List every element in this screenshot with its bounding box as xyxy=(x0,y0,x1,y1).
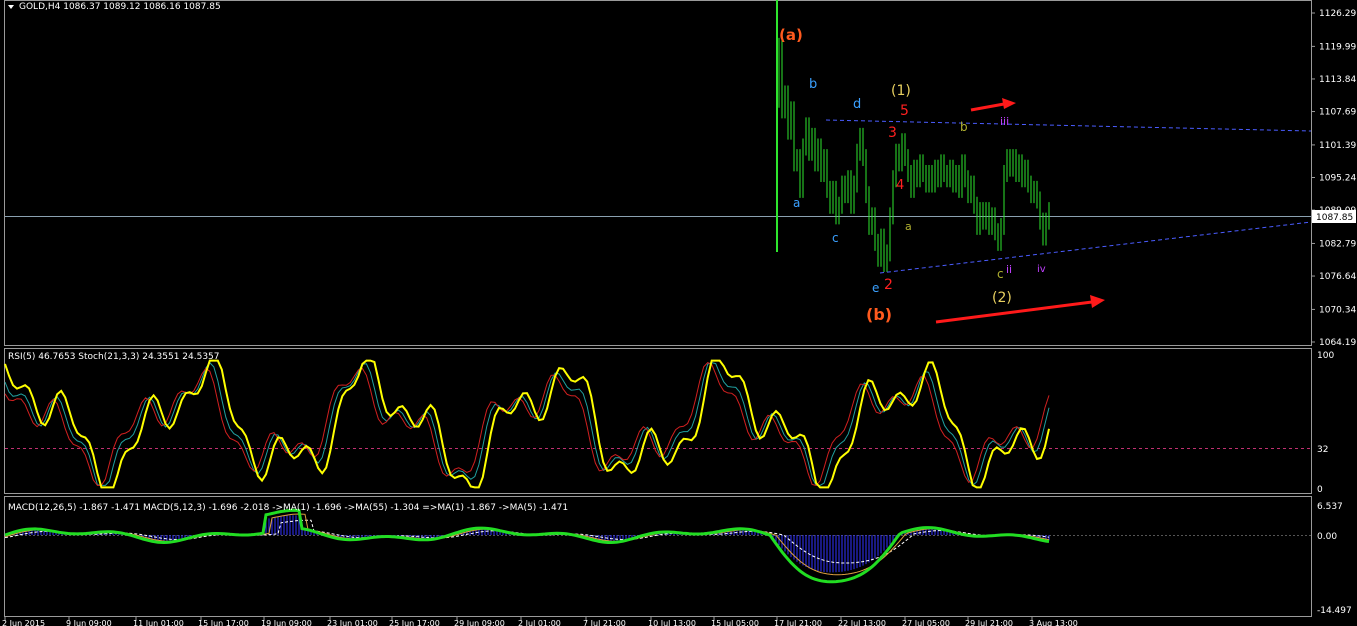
time-label: 25 Jun 17:00 xyxy=(389,619,440,626)
wave-label: 3 xyxy=(888,125,897,141)
price-level-label: 1076.64 xyxy=(1319,272,1356,282)
price-level-label: 1064.19 xyxy=(1319,338,1356,348)
rsi-level-100: 100 xyxy=(1317,351,1334,361)
price-bars xyxy=(776,0,1050,273)
wave-labels: (a)badce(b)(1)5342abciiiii iv(2) xyxy=(779,26,1046,324)
time-label: 15 Jun 17:00 xyxy=(198,619,249,626)
trend-arrow-lower[interactable] xyxy=(935,295,1105,324)
stoch-signal-line xyxy=(4,361,1050,486)
time-label: 29 Jun 09:00 xyxy=(454,619,505,626)
rsi-header: RSI(5) 46.7653 Stoch(21,3,3) 24.3551 24.… xyxy=(8,352,220,362)
rsi-stoch-panel[interactable]: 100 32 0 RSI(5) 46.7653 Stoch(21,3,3) 24… xyxy=(4,351,1334,495)
wave-label: b xyxy=(809,77,817,92)
wave-label: iii xyxy=(1000,115,1009,128)
time-label: 19 Jun 09:00 xyxy=(261,619,312,626)
wave-label: 4 xyxy=(896,178,904,193)
time-label: 10 Jul 13:00 xyxy=(648,619,696,626)
stoch-main-line xyxy=(4,361,1050,487)
macd-main-line xyxy=(4,508,1050,584)
price-level-label: 1101.39 xyxy=(1319,141,1356,151)
wave-label: d xyxy=(853,97,861,112)
time-label: 2 Jul 01:00 xyxy=(518,619,561,626)
macd-level-bottom: -14.497 xyxy=(1317,606,1352,616)
price-level-label: 1126.29 xyxy=(1319,9,1356,19)
wave-label: iv xyxy=(1037,264,1046,275)
wave-label: a xyxy=(905,220,912,233)
wave-label: 5 xyxy=(900,103,909,119)
wave-label: 2 xyxy=(884,277,893,293)
time-label: 27 Jul 05:00 xyxy=(902,619,950,626)
macd-panel[interactable]: 6.537 0.00 -14.497 MACD(12,26,5) -1.867 … xyxy=(4,502,1352,616)
wave-label: a xyxy=(793,196,800,210)
wave-label: ii xyxy=(1006,263,1012,276)
wave-label: (b) xyxy=(866,305,892,324)
macd-level-top: 6.537 xyxy=(1317,502,1343,512)
price-level-label: 1070.34 xyxy=(1319,305,1356,315)
price-level-label: 1113.84 xyxy=(1319,75,1356,85)
wave-label: c xyxy=(832,231,839,245)
price-level-label: 1082.79 xyxy=(1319,239,1356,249)
time-label: 2 Jun 2015 xyxy=(2,619,45,626)
time-label: 9 Jun 09:00 xyxy=(66,619,112,626)
wave-label: (a) xyxy=(779,26,803,44)
symbol-header: GOLD,H4 1086.37 1089.12 1086.16 1087.85 xyxy=(19,2,221,12)
time-label: 23 Jun 01:00 xyxy=(327,619,378,626)
rsi-line xyxy=(4,359,1050,489)
wave-label: e xyxy=(872,281,879,295)
time-label: 3 Aug 13:00 xyxy=(1029,619,1078,626)
time-label: 22 Jul 13:00 xyxy=(838,619,886,626)
time-label: 11 Jun 01:00 xyxy=(133,619,184,626)
trend-arrow-upper[interactable] xyxy=(970,98,1016,112)
price-level-label: 1107.69 xyxy=(1319,108,1356,118)
rsi-level-0: 0 xyxy=(1317,485,1323,495)
price-panel[interactable]: 1126.29 1119.99 1113.84 1107.69 1101.39 1095.… xyxy=(5,0,1356,348)
wave-label: c xyxy=(997,267,1004,281)
time-label: 7 Jul 21:00 xyxy=(583,619,626,626)
macd-level-zero: 0.00 xyxy=(1317,532,1337,542)
time-label: 17 Jul 21:00 xyxy=(774,619,822,626)
wave-label: (1) xyxy=(891,83,911,99)
rsi-level-32: 32 xyxy=(1317,445,1328,455)
price-scale: 1126.29 1119.99 1113.84 1107.69 1101.39 1095.… xyxy=(1311,9,1356,348)
wave-label: b xyxy=(960,120,968,134)
triangle-lower-trendline[interactable] xyxy=(879,221,1312,274)
current-price-label: 1087.85 xyxy=(1316,213,1353,223)
chart-canvas[interactable]: 1126.29 1119.99 1113.84 1107.69 1101.39 1095.… xyxy=(0,0,1357,626)
time-label: 15 Jul 05:00 xyxy=(711,619,759,626)
price-level-label: 1095.24 xyxy=(1319,174,1356,184)
time-label: 29 Jul 21:00 xyxy=(965,619,1013,626)
time-axis: 2 Jun 2015 9 Jun 09:00 11 Jun 01:00 15 Jun … xyxy=(2,617,1078,626)
wave-label: (2) xyxy=(992,290,1012,306)
panel-frames xyxy=(4,0,1312,617)
triangle-upper-trendline[interactable] xyxy=(825,119,1312,132)
price-level-label: 1119.99 xyxy=(1319,42,1356,52)
collapse-arrow-icon[interactable] xyxy=(8,5,14,9)
macd-header: MACD(12,26,5) -1.867 -1.471 MACD(5,12,3)… xyxy=(8,503,568,513)
